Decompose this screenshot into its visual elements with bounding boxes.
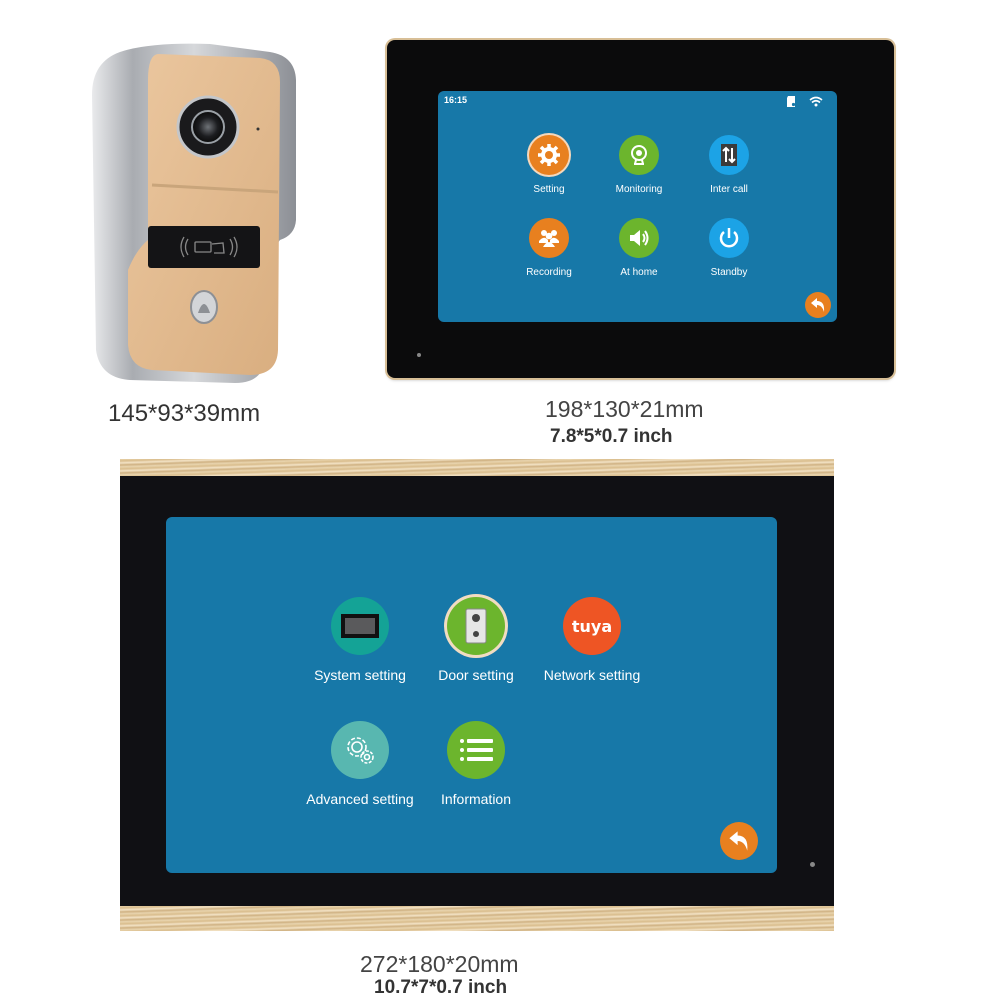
gear-icon [529, 135, 569, 175]
app-standby[interactable]: Standby [684, 218, 774, 278]
doorbell-icon [447, 597, 505, 655]
app-label: Monitoring [615, 184, 663, 195]
app-label: At home [620, 267, 658, 278]
gold-trim-top [120, 459, 834, 476]
tuya-logo-text: tuya [571, 616, 613, 636]
webcam-icon [619, 135, 659, 175]
monitor-10-inch: System setting Door setting tuya Network… [120, 459, 834, 931]
app-system-setting[interactable]: System setting [295, 597, 425, 683]
app-door-setting[interactable]: Door setting [411, 597, 541, 683]
monitor-10-screen: System setting Door setting tuya Network… [166, 517, 777, 873]
sd-card-icon [787, 96, 796, 107]
back-arrow-icon [811, 298, 825, 312]
tuya-icon: tuya [563, 597, 621, 655]
back-button[interactable] [805, 292, 831, 318]
app-setting[interactable]: Setting [504, 135, 594, 195]
monitor-7-dimensions-mm: 198*130*21mm [545, 396, 704, 422]
wifi-icon [809, 96, 823, 107]
doorbell-illustration [92, 43, 296, 384]
monitor-7-dimensions-inch: 7.8*5*0.7 inch [550, 426, 673, 447]
monitor-icon [331, 597, 389, 655]
app-inter-call[interactable]: Inter call [684, 135, 774, 195]
app-label: System setting [314, 667, 406, 683]
microphone-hole [256, 127, 260, 131]
monitor-7-inch: 16:15 Setting Monitoring Inter call Reco… [387, 40, 894, 378]
rfid-reader [148, 226, 260, 268]
app-advanced-setting[interactable]: Advanced setting [295, 721, 425, 807]
doorbell-dimensions-mm: 145*93*39mm [108, 400, 261, 427]
app-label: Inter call [710, 184, 748, 195]
app-label: Network setting [543, 667, 641, 683]
app-label: Advanced setting [306, 791, 414, 807]
back-arrow-icon [729, 831, 748, 851]
app-information[interactable]: Information [411, 721, 541, 807]
app-monitoring[interactable]: Monitoring [594, 135, 684, 195]
monitor-7-screen: 16:15 Setting Monitoring Inter call Reco… [438, 91, 837, 322]
app-at-home[interactable]: At home [594, 218, 684, 278]
power-icon [709, 218, 749, 258]
back-button[interactable] [720, 822, 758, 860]
app-label: Standby [710, 267, 748, 278]
indicator-led [810, 862, 815, 867]
status-time: 16:15 [444, 95, 468, 105]
app-label: Recording [526, 267, 572, 278]
app-network-setting[interactable]: tuya Network setting [527, 597, 657, 683]
camera-lens-icon [191, 110, 225, 144]
doorbell-camera-unit [90, 40, 302, 385]
app-label: Door setting [438, 667, 514, 683]
monitor-10-dimensions-mm: 272*180*20mm [360, 951, 519, 977]
app-label: Information [440, 791, 512, 807]
intercom-arrows-icon [709, 135, 749, 175]
list-icon [447, 721, 505, 779]
people-icon [529, 218, 569, 258]
speaker-icon [619, 218, 659, 258]
gold-trim-bottom [120, 906, 834, 931]
app-recording[interactable]: Recording [504, 218, 594, 278]
gears-icon [331, 721, 389, 779]
monitor-10-dimensions-inch: 10.7*7*0.7 inch [374, 977, 508, 998]
indicator-led [417, 353, 421, 357]
app-label: Setting [533, 184, 565, 195]
